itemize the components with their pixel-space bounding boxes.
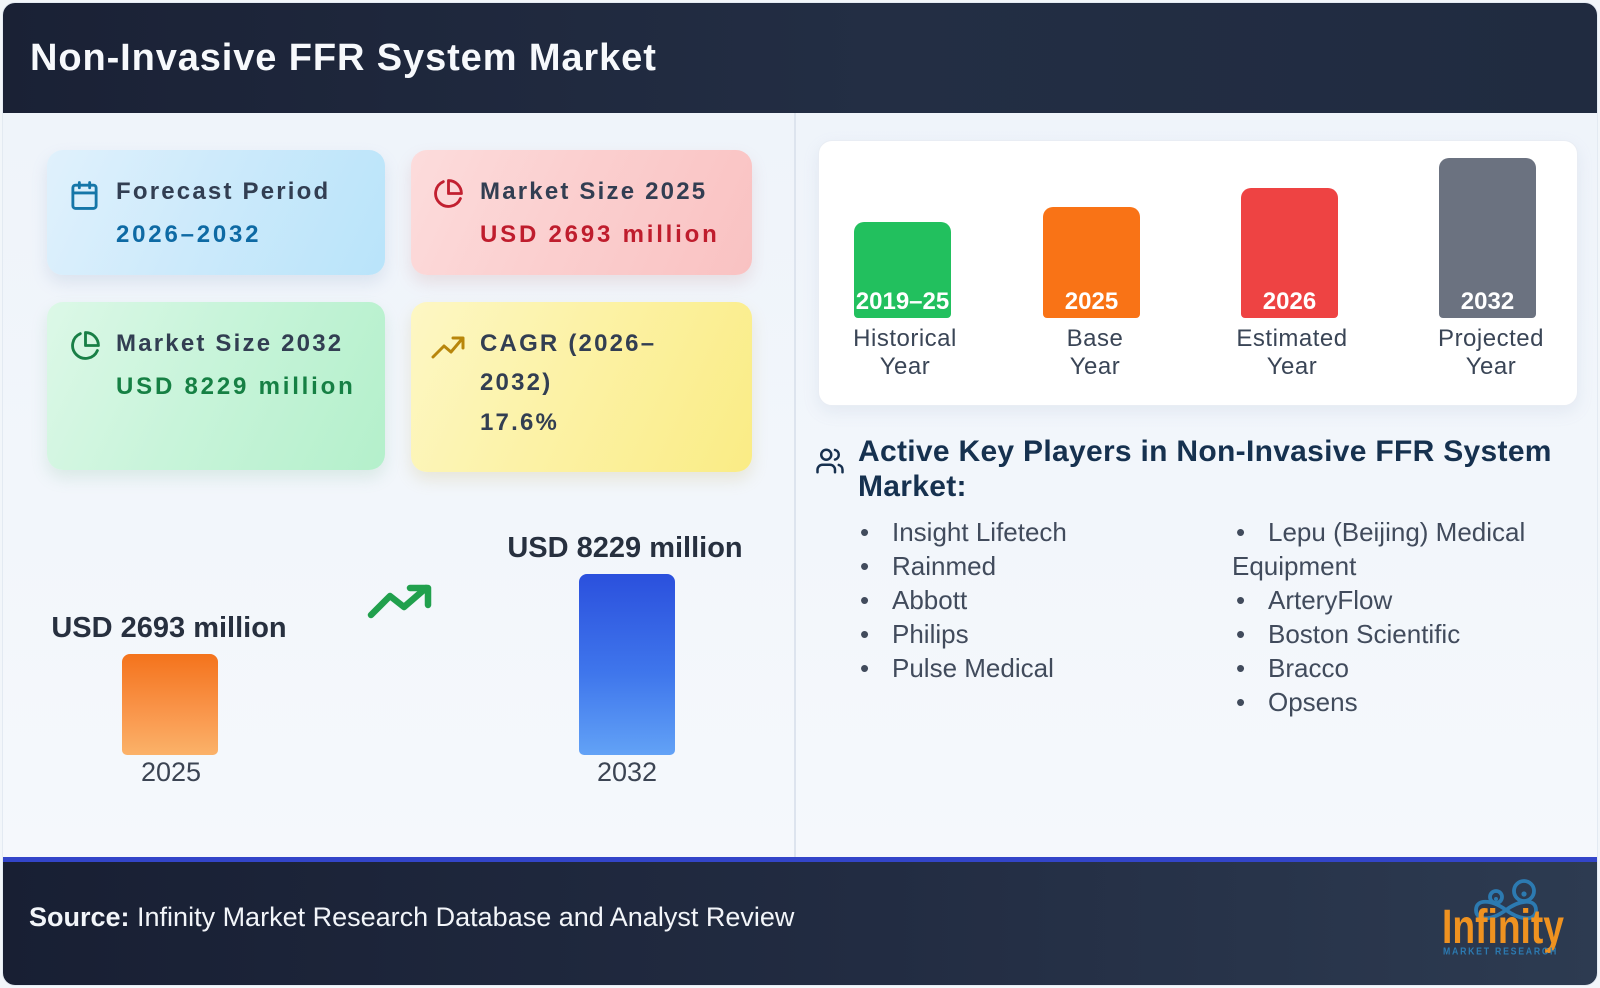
svg-text:MARKET RESEARCH: MARKET RESEARCH <box>1443 947 1558 958</box>
